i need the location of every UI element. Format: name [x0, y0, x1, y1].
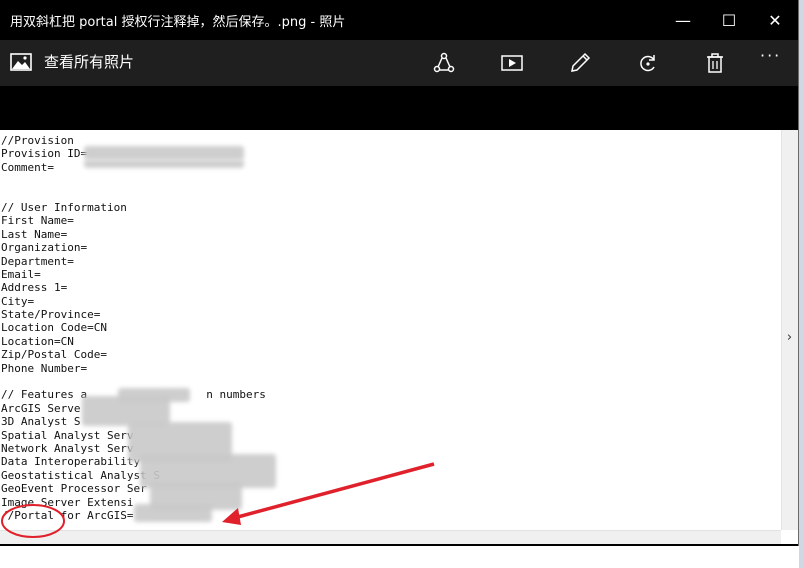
delete-button[interactable] — [698, 48, 732, 78]
text-line: Organization= — [1, 241, 88, 254]
redacted-region — [134, 504, 212, 522]
text-line: First Name= — [1, 214, 74, 227]
photo-toolbar: 查看所有照片 ··· — [0, 40, 798, 86]
text-line: Department= — [1, 255, 74, 268]
horizontal-scrollbar[interactable] — [0, 530, 781, 544]
slideshow-button[interactable] — [495, 48, 529, 78]
delete-icon — [707, 53, 723, 73]
text-line: ArcGIS Serve — [1, 402, 81, 415]
rotate-button[interactable] — [631, 48, 665, 78]
redacted-region — [84, 160, 244, 168]
rotate-icon — [640, 55, 655, 72]
share-icon — [433, 52, 455, 73]
text-line: Location=CN — [1, 335, 74, 348]
text-line: Geostatistical Analyst S — [1, 469, 160, 482]
text-line: //Portal for ArcGIS= — [1, 509, 134, 522]
text-line: Zip/Postal Code= — [1, 348, 107, 361]
text-line: //Provision — [1, 134, 74, 147]
text-line: Email= — [1, 268, 41, 281]
text-line: City= — [1, 295, 35, 308]
edit-icon — [571, 52, 591, 72]
see-all-photos-label: 查看所有照片 — [44, 53, 135, 71]
desktop-background-strip — [799, 0, 804, 568]
next-photo-arrow-icon[interactable]: › — [781, 330, 798, 350]
share-button[interactable] — [427, 48, 461, 78]
text-line: Location Code=CN — [1, 321, 107, 334]
photo-gallery-icon — [10, 52, 32, 71]
window-title: 用双斜杠把 portal 授权行注释掉，然后保存。.png - 照片 — [10, 15, 346, 30]
text-line: Address 1= — [1, 281, 68, 294]
maximize-button[interactable]: ☐ — [706, 0, 752, 40]
text-line: // User Information — [1, 201, 127, 214]
viewer-black-band — [0, 86, 798, 130]
text-line: Network Analyst Serv — [1, 442, 134, 455]
text-line: Phone Number= — [1, 362, 88, 375]
see-all-photos-button[interactable]: 查看所有照片 — [10, 51, 134, 72]
more-options-button[interactable]: ··· — [760, 46, 790, 76]
edit-button[interactable] — [563, 48, 597, 78]
text-line: Provision ID= — [1, 147, 88, 160]
redacted-region — [84, 146, 244, 160]
text-editor-view: //Provision Provision ID= Comment= // Us… — [0, 130, 780, 530]
text-line: Image Server Extensi — [1, 496, 134, 509]
minimize-button[interactable]: — — [660, 0, 706, 40]
photos-app-window: 用双斜杠把 portal 授权行注释掉，然后保存。.png - 照片 — ☐ ✕… — [0, 0, 799, 546]
text-line: 3D Analyst S — [1, 415, 81, 428]
slideshow-icon — [501, 55, 523, 71]
text-line: Last Name= — [1, 228, 68, 241]
text-line: GeoEvent Processor Ser — [1, 482, 147, 495]
text-line: State/Province= — [1, 308, 101, 321]
screenshot-image: //Provision Provision ID= Comment= // Us… — [0, 130, 798, 544]
text-line: Spatial Analyst Serv — [1, 429, 134, 442]
title-bar: 用双斜杠把 portal 授权行注释掉，然后保存。.png - 照片 — ☐ ✕ — [0, 0, 798, 40]
text-line: Data Interoperability — [1, 455, 141, 468]
text-line: Comment= — [1, 161, 54, 174]
close-button[interactable]: ✕ — [752, 0, 798, 40]
